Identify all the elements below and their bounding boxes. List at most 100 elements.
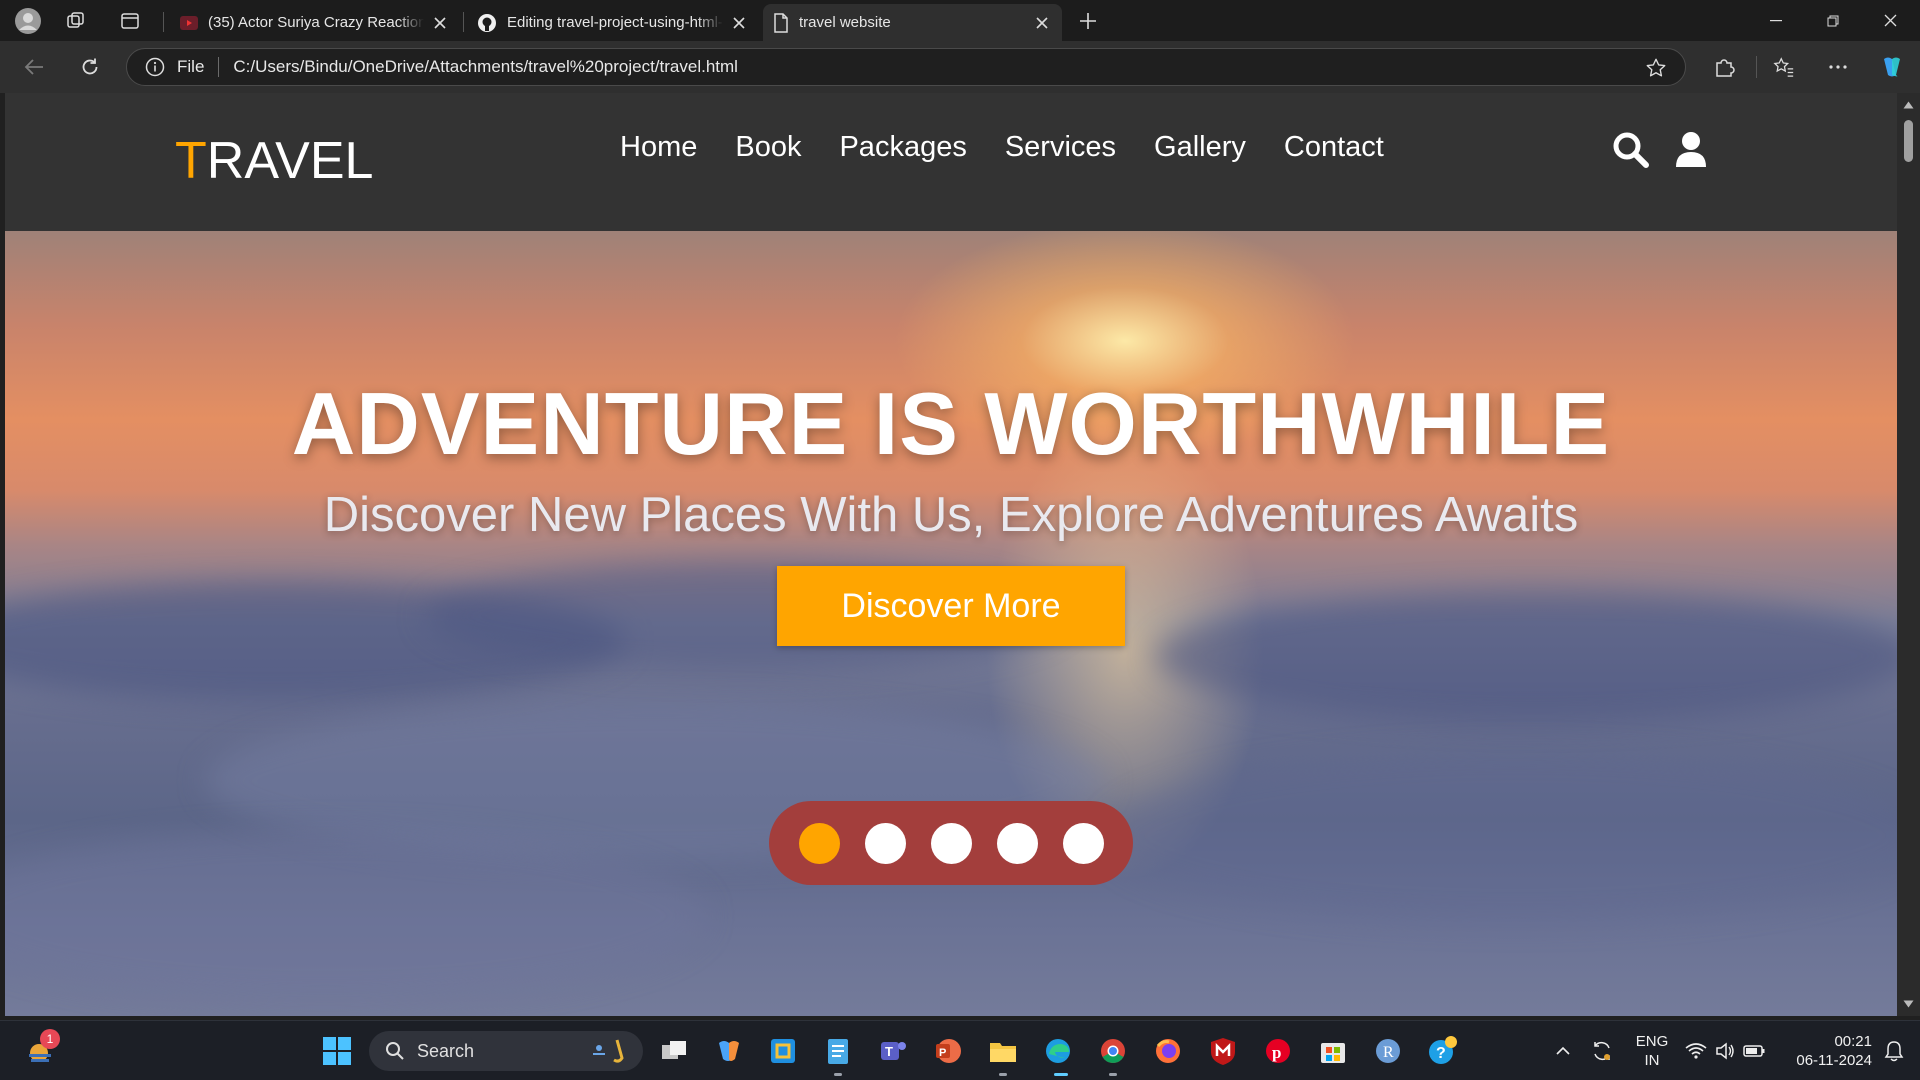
copilot-icon bbox=[1884, 57, 1900, 77]
pinterest-icon: p bbox=[1266, 1039, 1290, 1063]
chevron-up-icon bbox=[1556, 1046, 1570, 1055]
minimize-button[interactable] bbox=[1748, 0, 1804, 41]
user-account-button[interactable] bbox=[1675, 131, 1707, 169]
taskbar-app-teams[interactable]: T bbox=[875, 1033, 911, 1069]
tab-close-button[interactable] bbox=[1032, 13, 1052, 33]
profile-avatar[interactable] bbox=[12, 6, 44, 36]
copilot-button[interactable] bbox=[1874, 49, 1910, 85]
more-dots-icon bbox=[1829, 65, 1847, 69]
tab-travel-website[interactable]: travel website bbox=[763, 4, 1062, 41]
taskbar-app-store[interactable] bbox=[1315, 1033, 1351, 1069]
address-bar[interactable]: File C:/Users/Bindu/OneDrive/Attachments… bbox=[126, 48, 1686, 86]
site-logo[interactable]: TRAVEL bbox=[175, 131, 373, 191]
taskbar-app-firefox[interactable] bbox=[1150, 1033, 1186, 1069]
search-button[interactable] bbox=[1612, 131, 1650, 169]
taskbar-app-help[interactable]: ? bbox=[1425, 1033, 1461, 1069]
user-icon bbox=[1676, 132, 1706, 167]
toolbar-divider bbox=[1756, 56, 1757, 78]
taskbar-app-chrome[interactable] bbox=[1095, 1033, 1131, 1069]
sync-icon bbox=[1594, 1042, 1610, 1060]
taskbar-app-r[interactable]: R bbox=[1370, 1033, 1406, 1069]
battery-icon bbox=[1743, 1045, 1765, 1057]
slider-dot-2[interactable] bbox=[864, 822, 906, 864]
start-button[interactable] bbox=[319, 1033, 355, 1069]
plus-icon bbox=[1080, 13, 1096, 29]
nav-packages-link[interactable]: Packages bbox=[839, 131, 966, 164]
puzzle-icon bbox=[1716, 59, 1735, 77]
back-button[interactable] bbox=[16, 49, 52, 85]
star-icon bbox=[1646, 58, 1666, 77]
taskbar-app-notepad[interactable] bbox=[820, 1033, 856, 1069]
help-icon: ? bbox=[1429, 1036, 1457, 1064]
taskbar-app-edge[interactable] bbox=[1040, 1033, 1076, 1069]
restore-button[interactable] bbox=[1805, 0, 1861, 41]
tab-youtube[interactable]: (35) Actor Suriya Crazy Reaction f bbox=[170, 4, 460, 41]
scroll-thumb[interactable] bbox=[1904, 120, 1913, 162]
settings-more-button[interactable] bbox=[1820, 49, 1856, 85]
address-url[interactable]: C:/Users/Bindu/OneDrive/Attachments/trav… bbox=[233, 57, 738, 77]
nav-gallery-link[interactable]: Gallery bbox=[1154, 131, 1246, 164]
vertical-tabs-button[interactable] bbox=[114, 6, 146, 36]
close-icon bbox=[733, 16, 745, 29]
info-icon bbox=[145, 57, 165, 77]
browser-tab-strip: (35) Actor Suriya Crazy Reaction f Editi… bbox=[0, 0, 1920, 41]
tab-title: travel website bbox=[799, 14, 891, 31]
taskbar-app-file-explorer[interactable] bbox=[985, 1033, 1021, 1069]
svg-text:P: P bbox=[939, 1047, 946, 1059]
teams-icon: T bbox=[881, 1042, 906, 1060]
nav-book-link[interactable]: Book bbox=[735, 131, 801, 164]
notepad-icon bbox=[828, 1039, 848, 1064]
copilot-icon bbox=[719, 1041, 739, 1061]
tray-overflow-button[interactable] bbox=[1545, 1033, 1581, 1069]
clock[interactable]: 00:21 06-11-2024 bbox=[1780, 1032, 1872, 1070]
taskbar-copilot[interactable] bbox=[711, 1033, 747, 1069]
quick-settings-button[interactable] bbox=[1680, 1033, 1770, 1069]
windows-logo-icon bbox=[323, 1037, 351, 1065]
svg-text:T: T bbox=[885, 1044, 893, 1059]
site-info-icon[interactable] bbox=[145, 57, 175, 77]
slider-dot-1[interactable] bbox=[798, 822, 840, 864]
tray-sync-button[interactable] bbox=[1584, 1033, 1620, 1069]
taskbar-app-mcafee[interactable] bbox=[1205, 1033, 1241, 1069]
taskbar-app-powerpoint[interactable]: P bbox=[930, 1033, 966, 1069]
slider-dot-5[interactable] bbox=[1062, 822, 1104, 864]
refresh-button[interactable] bbox=[72, 49, 108, 85]
nav-home-link[interactable]: Home bbox=[620, 131, 697, 164]
site-nav: Home Book Packages Services Gallery Cont… bbox=[620, 131, 1384, 164]
slider-dot-3[interactable] bbox=[930, 822, 972, 864]
notifications-button[interactable] bbox=[1876, 1033, 1912, 1069]
scroll-down-icon[interactable] bbox=[1903, 1000, 1914, 1008]
tab-close-button[interactable] bbox=[430, 13, 450, 33]
tab-title: (35) Actor Suriya Crazy Reaction f bbox=[208, 14, 424, 31]
workspaces-button[interactable] bbox=[60, 6, 92, 36]
favorite-star-button[interactable] bbox=[1645, 57, 1667, 79]
search-highlight-icon bbox=[593, 1039, 624, 1063]
hero-title: ADVENTURE IS WORTHWHILE bbox=[291, 374, 1611, 473]
taskbar-app-snipping[interactable] bbox=[765, 1033, 801, 1069]
slider-dot-4[interactable] bbox=[996, 822, 1038, 864]
svg-text:?: ? bbox=[1436, 1045, 1446, 1062]
tab-close-button[interactable] bbox=[729, 13, 749, 33]
task-view-button[interactable] bbox=[656, 1033, 692, 1069]
language-indicator[interactable]: ENG IN bbox=[1628, 1032, 1676, 1070]
r-app-icon: R bbox=[1376, 1039, 1400, 1063]
new-tab-button[interactable] bbox=[1072, 6, 1104, 36]
slider-controls bbox=[769, 801, 1133, 885]
chrome-icon bbox=[1101, 1039, 1125, 1064]
scroll-up-icon[interactable] bbox=[1903, 101, 1914, 109]
nav-services-link[interactable]: Services bbox=[1005, 131, 1116, 164]
wifi-icon bbox=[1685, 1043, 1707, 1059]
page-scrollbar[interactable] bbox=[1897, 93, 1920, 1016]
taskbar-search-box[interactable]: Search bbox=[369, 1031, 643, 1071]
favorites-button[interactable] bbox=[1766, 49, 1802, 85]
extensions-button[interactable] bbox=[1706, 49, 1742, 85]
store-icon bbox=[1321, 1043, 1345, 1063]
taskbar-app-pinterest[interactable]: p bbox=[1260, 1033, 1296, 1069]
window-close-button[interactable] bbox=[1862, 0, 1918, 41]
weather-widget[interactable]: 1 bbox=[22, 1029, 60, 1069]
discover-more-button[interactable]: Discover More bbox=[777, 566, 1125, 646]
weather-badge: 1 bbox=[40, 1029, 60, 1049]
nav-contact-link[interactable]: Contact bbox=[1284, 131, 1384, 164]
tab-github[interactable]: Editing travel-project-using-html- bbox=[467, 4, 759, 41]
refresh-icon bbox=[82, 58, 98, 75]
